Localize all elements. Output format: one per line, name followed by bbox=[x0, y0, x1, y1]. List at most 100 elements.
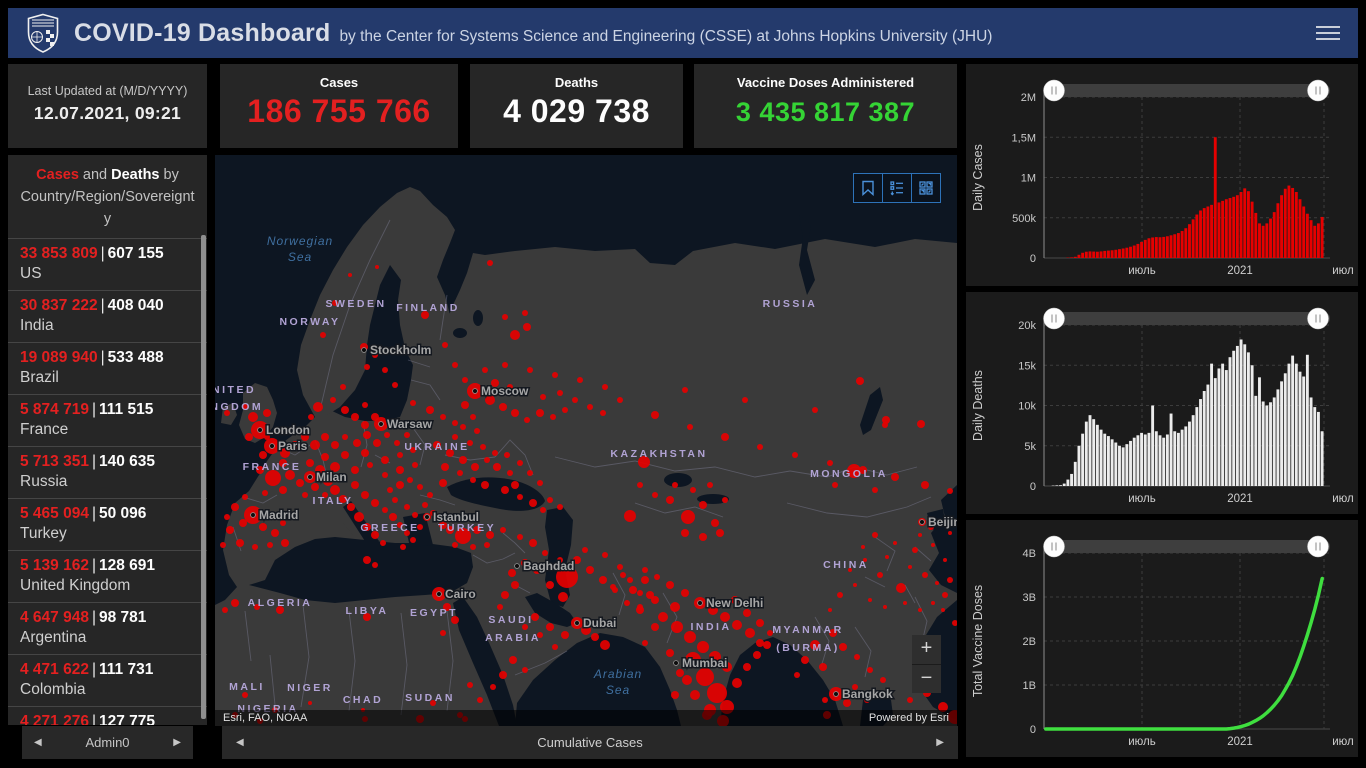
range-handle-left[interactable] bbox=[1043, 307, 1065, 330]
range-handle-left[interactable] bbox=[1043, 535, 1065, 558]
deaths-label: Deaths bbox=[554, 75, 599, 90]
attribution-esri: Powered by Esri bbox=[868, 712, 949, 724]
vaccines-stat-card: Vaccine Doses Administered 3 435 817 387 bbox=[694, 64, 957, 148]
bookmark-button[interactable] bbox=[853, 173, 883, 203]
basemap-grid-button[interactable] bbox=[911, 173, 941, 203]
country-row[interactable]: 33 853 809 | 607 155 US bbox=[8, 238, 207, 290]
total-vaccine-doses-chart: 4B 3B 2B 1B 0 июль 2021 июл Total Vaccine Doses bbox=[971, 535, 1354, 748]
city-label: Madrid bbox=[259, 508, 298, 522]
country-label: MALI bbox=[229, 681, 265, 693]
x-axis-tick: 2021 bbox=[1227, 736, 1253, 748]
map-zoom-controls: + − bbox=[912, 635, 941, 693]
city-label: Mumbai bbox=[682, 656, 727, 670]
map-footer-label: Cumulative Cases bbox=[537, 735, 643, 750]
svg-text:3B: 3B bbox=[1023, 592, 1036, 604]
country-row[interactable]: 4 271 276|127 775Italy bbox=[8, 706, 207, 725]
country-list-rows: 33 853 809 | 607 155 US 30 837 222 | 408 040 In… bbox=[8, 238, 207, 725]
country-label: EGYPT bbox=[410, 607, 458, 619]
legend-list-button[interactable] bbox=[882, 173, 912, 203]
world-map[interactable]: NORWAY SWEDEN FINLAND RUSSIA UNITED KINGDOM FR… bbox=[215, 155, 957, 726]
x-axis-tick: 2021 bbox=[1227, 493, 1253, 505]
daily-cases-chart-card: 2M 1,5M 1M 500k 0 июль 2021 июл Daily Cases bbox=[966, 64, 1358, 286]
range-handle-left[interactable] bbox=[1043, 79, 1065, 102]
country-label: NORWAY bbox=[279, 316, 340, 328]
list-scrollbar[interactable] bbox=[201, 235, 206, 719]
map-canvas[interactable]: NORWAY SWEDEN FINLAND RUSSIA UNITED KINGDOM FR… bbox=[215, 155, 957, 726]
range-handle-right[interactable] bbox=[1307, 79, 1329, 102]
city-label: Baghdad bbox=[523, 559, 574, 573]
svg-text:2M: 2M bbox=[1021, 92, 1036, 104]
country-row[interactable]: 4 471 622 | 111 731 Colombia bbox=[8, 654, 207, 706]
sea-label: Sea bbox=[606, 683, 630, 697]
svg-text:5k: 5k bbox=[1024, 441, 1036, 453]
country-label: ALGERIA bbox=[248, 597, 313, 609]
country-label: LIBYA bbox=[345, 605, 388, 617]
country-label: ARABIA bbox=[485, 632, 541, 644]
country-label: MYANMAR bbox=[772, 624, 843, 636]
country-label: KINGDOM bbox=[215, 401, 263, 413]
cases-label: Cases bbox=[319, 75, 359, 90]
country-label: SUDAN bbox=[405, 692, 455, 704]
last-updated-card: Last Updated at (M/D/YYYY) 12.07.2021, 0… bbox=[8, 64, 207, 148]
cases-value: 186 755 766 bbox=[247, 93, 431, 129]
zoom-in-button[interactable]: + bbox=[912, 635, 941, 664]
sea-label: Arabian bbox=[593, 667, 642, 681]
city-label: Warsaw bbox=[387, 417, 433, 431]
country-label: SWEDEN bbox=[325, 298, 386, 310]
country-row[interactable]: 5 874 719 | 111 515 France bbox=[8, 394, 207, 446]
total-vaccine-doses-chart-card: 4B 3B 2B 1B 0 июль 2021 июл Total Vaccine Doses bbox=[966, 520, 1358, 757]
country-label: CHAD bbox=[343, 694, 383, 706]
country-row[interactable]: 19 089 940 | 533 488 Brazil bbox=[8, 342, 207, 394]
svg-text:20k: 20k bbox=[1018, 320, 1036, 332]
svg-text:0: 0 bbox=[1030, 481, 1036, 493]
pager-next-icon[interactable]: ▶ bbox=[173, 737, 181, 748]
svg-text:4B: 4B bbox=[1023, 548, 1036, 560]
svg-text:500k: 500k bbox=[1012, 213, 1036, 225]
country-label: UKRAINE bbox=[404, 441, 469, 453]
country-row[interactable]: 5 713 351 | 140 635 Russia bbox=[8, 446, 207, 498]
country-label: UNITED bbox=[215, 384, 256, 396]
city-label: Dubai bbox=[583, 616, 616, 630]
country-label: INDIA bbox=[690, 621, 731, 633]
country-row[interactable]: 5 465 094 | 50 096 Turkey bbox=[8, 498, 207, 550]
city-label: Paris bbox=[278, 439, 308, 453]
deaths-value: 4 029 738 bbox=[503, 93, 650, 129]
zoom-out-button[interactable]: − bbox=[912, 664, 941, 693]
page-subtitle: by the Center for Systems Science and En… bbox=[339, 27, 993, 45]
sea-label: Norwegian bbox=[267, 234, 333, 248]
x-axis-tick: июль bbox=[1128, 493, 1156, 505]
country-row[interactable]: 4 647 948 | 98 781 Argentina bbox=[8, 602, 207, 654]
svg-text:0: 0 bbox=[1030, 724, 1036, 736]
country-row[interactable]: 30 837 222 | 408 040 India bbox=[8, 290, 207, 342]
svg-text:15k: 15k bbox=[1018, 360, 1036, 372]
pager-prev-icon[interactable]: ◀ bbox=[34, 737, 42, 748]
country-list-panel: Cases and Deaths by Country/Region/Sovere… bbox=[8, 155, 207, 725]
jhu-shield-logo-icon bbox=[26, 13, 60, 53]
country-list-title: Cases and Deaths by Country/Region/Sovere… bbox=[20, 167, 195, 227]
map-attribution: Esri, FAO, NOAA Powered by Esri bbox=[215, 710, 957, 726]
deaths-stat-card: Deaths 4 029 738 bbox=[470, 64, 683, 148]
city-label: Cairo bbox=[445, 587, 476, 601]
range-handle-right[interactable] bbox=[1307, 307, 1329, 330]
city-label: Stockholm bbox=[370, 343, 431, 357]
country-label: KAZAKHSTAN bbox=[610, 448, 707, 460]
city-label: Bangkok bbox=[842, 687, 893, 701]
city-label: Moscow bbox=[481, 384, 529, 398]
vaccines-label: Vaccine Doses Administered bbox=[736, 75, 915, 90]
admin-pager-bar: ◀ Admin0 ▶ bbox=[22, 726, 193, 759]
x-axis-tick: июль bbox=[1128, 265, 1156, 277]
pager-label: Admin0 bbox=[85, 735, 130, 750]
x-axis-tick: 2021 bbox=[1227, 265, 1253, 277]
svg-text:1,5M: 1,5M bbox=[1012, 132, 1036, 144]
y-axis-title: Total Vaccine Doses bbox=[971, 585, 985, 697]
range-handle-right[interactable] bbox=[1307, 535, 1329, 558]
header-titles: COVID-19 Dashboard by the Center for Sys… bbox=[74, 19, 992, 48]
hamburger-menu-icon[interactable] bbox=[1316, 26, 1340, 40]
last-updated-label: Last Updated at (M/D/YYYY) bbox=[27, 84, 188, 98]
x-axis-tick: июл bbox=[1332, 493, 1354, 505]
city-label: Beijing bbox=[928, 515, 957, 529]
y-axis-title: Daily Cases bbox=[971, 144, 985, 211]
x-axis-tick: июл bbox=[1332, 736, 1354, 748]
map-footer-bar: ◀ Cumulative Cases ▶ bbox=[222, 726, 958, 759]
country-row[interactable]: 5 139 162 | 128 691 United Kingdom bbox=[8, 550, 207, 602]
